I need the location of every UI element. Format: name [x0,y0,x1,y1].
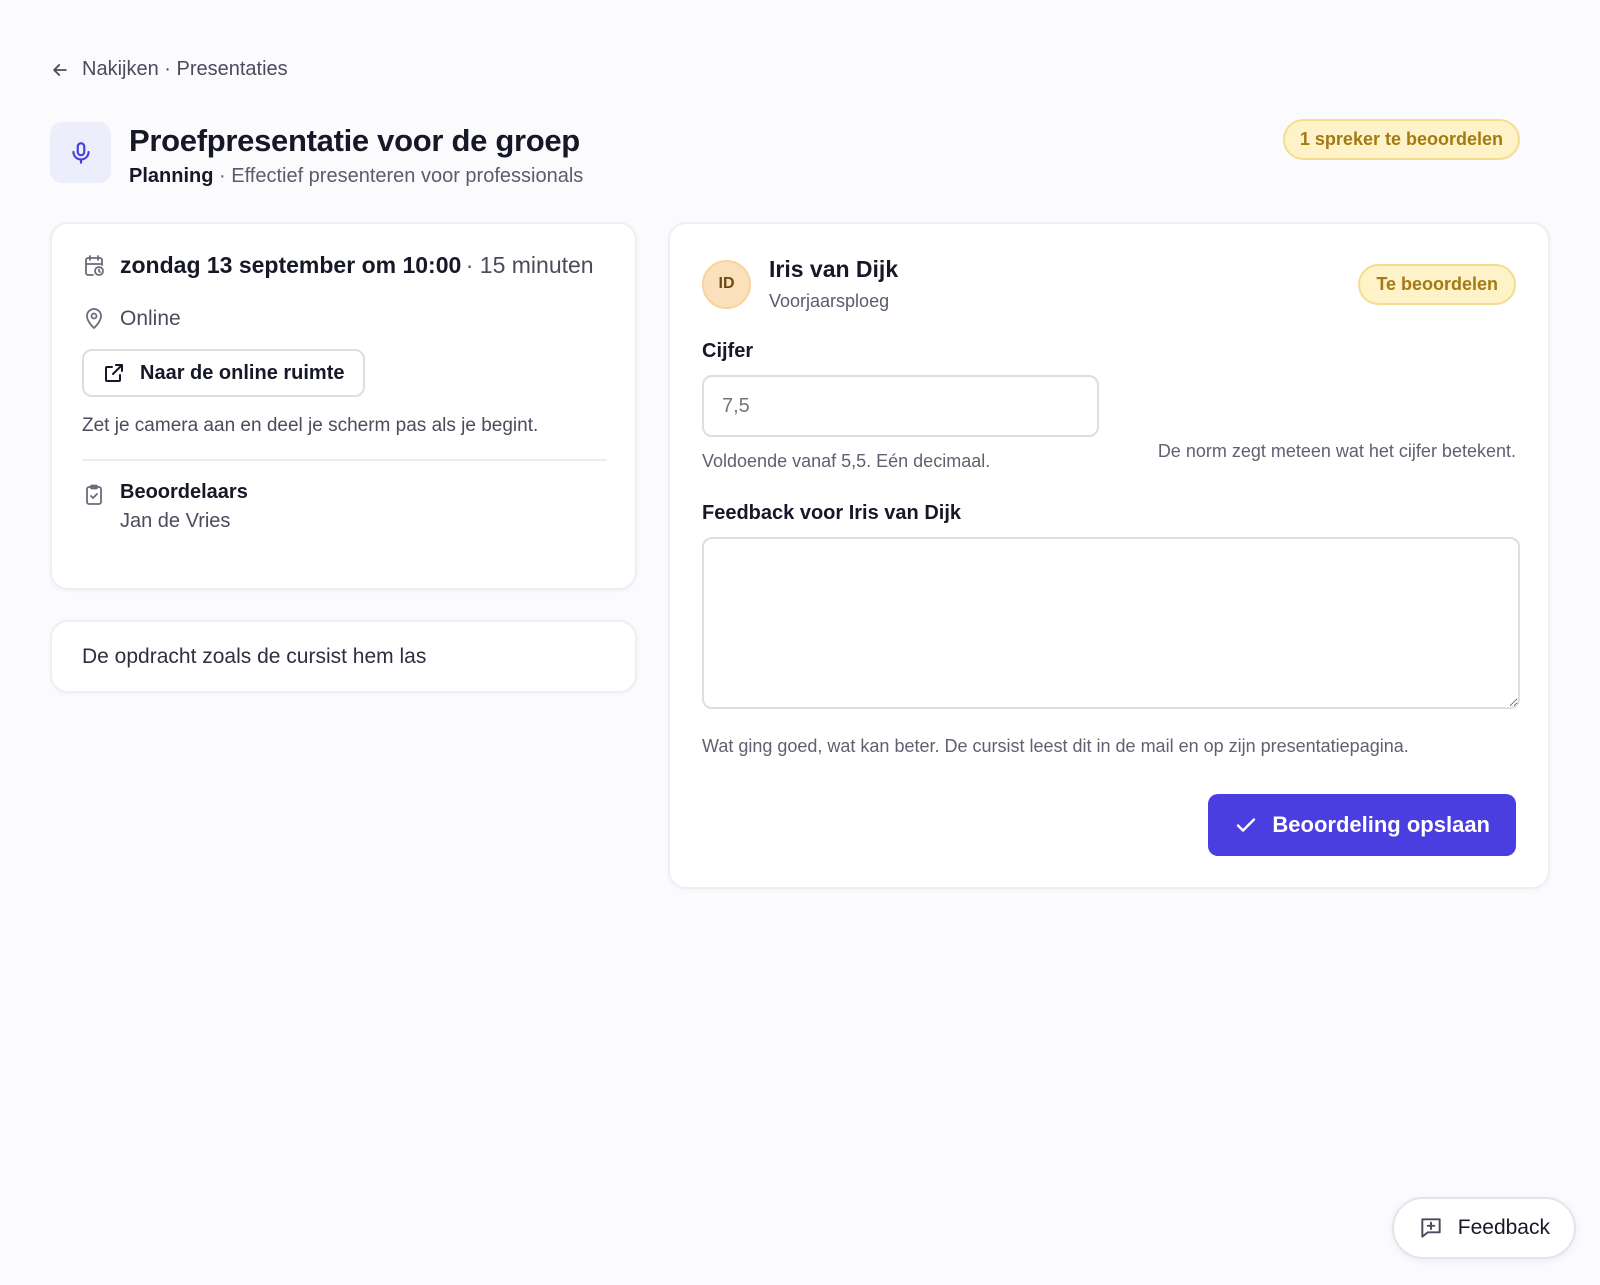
external-link-icon [105,364,123,382]
message-plus-icon [1421,1218,1441,1238]
feedback-widget-label: Feedback [1457,1216,1550,1239]
grade-row: Voldoende vanaf 5,5. Eén decimaal. De no… [702,363,1516,472]
subtitle-status: Planning [129,165,214,188]
camera-hint: Zet je camera aan en deel je scherm pas … [82,415,539,436]
page: Nakijken · Presentaties Proefpresentatie… [0,0,1600,1285]
student-header: ID Iris van Dijk Voorjaarsploeg Te beoor… [702,256,1516,312]
grade-help: Voldoende vanaf 5,5. Eén decimaal. [702,451,991,471]
grading-card: ID Iris van Dijk Voorjaarsploeg Te beoor… [668,222,1550,889]
location-row: Online [82,307,605,331]
assignment-label: De opdracht zoals de cursist hem las [82,644,427,668]
session-location: Online [120,307,181,330]
arrow-left-icon [53,63,67,76]
calendar-clock-icon [85,254,104,276]
header-icon-tile [50,122,111,183]
session-info-card: zondag 13 september om 10:00 · 15 minute… [50,222,637,590]
breadcrumb[interactable]: Nakijken · Presentaties [50,58,288,81]
check-icon [1237,818,1256,832]
save-grade-button[interactable]: Beoordeling opslaan [1208,794,1516,856]
student-group: Voorjaarsploeg [769,291,890,311]
online-room-button-label: Naar de online ruimte [140,361,345,384]
feedback-help: Wat ging goed, wat kan beter. De cursist… [702,736,1409,756]
save-grade-button-label: Beoordeling opslaan [1272,812,1490,837]
feedback-textarea[interactable] [702,537,1520,709]
page-header: Proefpresentatie voor de groep Planning … [50,119,1520,188]
feedback-label: Feedback voor Iris van Dijk [702,502,961,524]
divider [82,459,607,461]
microphone-icon [71,141,90,164]
online-room-button[interactable]: Naar de online ruimte [82,349,365,397]
speakers-to-grade-badge: 1 spreker te beoordelen [1282,119,1520,160]
avatar: ID [702,259,751,309]
student-meta: Iris van Dijk Voorjaarsploeg [769,256,898,312]
graders-row: Beoordelaars Jan de Vries [82,481,605,533]
session-datetime: zondag 13 september om 10:00 [120,252,462,278]
graders-title: Beoordelaars [120,481,248,503]
feedback-widget-button[interactable]: Feedback [1391,1197,1576,1259]
student-name: Iris van Dijk [769,256,899,282]
clipboard-check-icon [86,484,102,505]
grade-input[interactable] [702,375,1099,437]
datetime-row: zondag 13 september om 10:00 · 15 minute… [82,252,605,279]
status-badge: Te beoordelen [1358,264,1516,305]
subtitle-course: · Effectief presenteren voor professiona… [213,165,584,188]
breadcrumb-label: Nakijken · Presentaties [82,58,288,80]
header-text: Proefpresentatie voor de groep Planning … [129,122,583,188]
assignment-card[interactable]: De opdracht zoals de cursist hem las [50,620,637,693]
grade-norm-text: De norm zegt meteen wat het cijfer betek… [1157,441,1516,461]
page-subtitle: Planning · Effectief presenteren voor pr… [129,165,583,188]
grader-name: Jan de Vries [120,510,231,532]
page-title: Proefpresentatie voor de groep [129,123,580,158]
grade-label: Cijfer [702,340,754,362]
map-pin-icon [86,308,102,329]
session-duration: · 15 minuten [465,252,594,278]
